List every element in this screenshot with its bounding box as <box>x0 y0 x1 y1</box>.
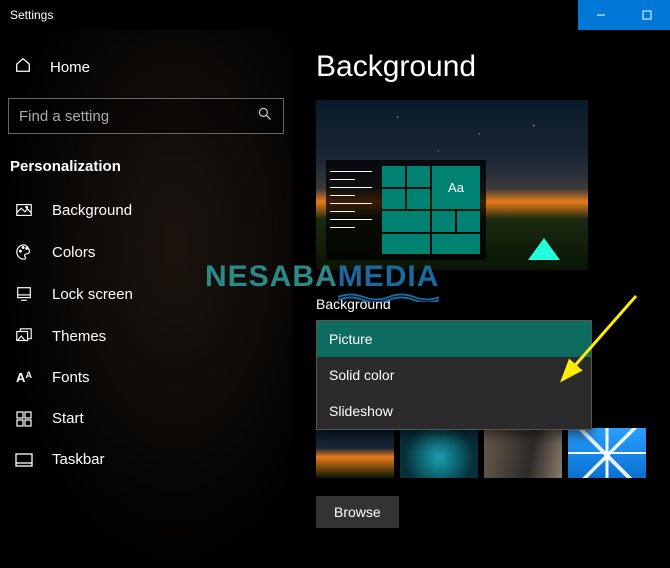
recent-image-thumb[interactable] <box>400 428 478 478</box>
recent-images-row <box>316 428 646 478</box>
maximize-button[interactable] <box>624 0 670 30</box>
sidebar: Home Personalization Background <box>0 30 292 568</box>
background-preview: Aa <box>316 100 588 270</box>
browse-button[interactable]: Browse <box>316 496 399 528</box>
sidebar-category-title: Personalization <box>8 154 284 189</box>
sidebar-item-start[interactable]: Start <box>8 398 284 439</box>
sidebar-home-label: Home <box>50 59 90 76</box>
sidebar-item-label: Lock screen <box>52 286 133 303</box>
search-input[interactable] <box>19 108 257 125</box>
recent-image-thumb[interactable] <box>568 428 646 478</box>
sidebar-item-label: Themes <box>52 328 106 345</box>
image-icon <box>14 201 34 219</box>
sidebar-item-label: Start <box>52 410 84 427</box>
search-input-container[interactable] <box>8 98 284 134</box>
sidebar-item-label: Background <box>52 202 132 219</box>
sidebar-item-label: Taskbar <box>52 451 105 468</box>
minimize-button[interactable] <box>578 0 624 30</box>
window-title: Settings <box>10 8 53 22</box>
sidebar-item-colors[interactable]: Colors <box>8 231 284 273</box>
sidebar-item-lockscreen[interactable]: Lock screen <box>8 273 284 315</box>
lockscreen-icon <box>14 285 34 303</box>
sidebar-item-themes[interactable]: Themes <box>8 315 284 357</box>
dropdown-option-slideshow[interactable]: Slideshow <box>317 393 591 429</box>
home-icon <box>14 56 32 78</box>
search-icon <box>257 106 273 127</box>
preview-overlay: Aa <box>326 160 486 260</box>
background-dropdown[interactable]: Picture Solid color Slideshow <box>316 320 592 430</box>
sidebar-item-label: Fonts <box>52 369 90 386</box>
sidebar-item-background[interactable]: Background <box>8 189 284 231</box>
sample-text-tile: Aa <box>432 166 480 209</box>
sidebar-item-fonts[interactable]: AA Fonts <box>8 357 284 398</box>
sidebar-home[interactable]: Home <box>8 48 284 94</box>
recent-image-thumb[interactable] <box>316 428 394 478</box>
sidebar-item-taskbar[interactable]: Taskbar <box>8 439 284 480</box>
dropdown-option-picture[interactable]: Picture <box>317 321 591 357</box>
start-icon <box>14 411 34 427</box>
dropdown-option-solid-color[interactable]: Solid color <box>317 357 591 393</box>
palette-icon <box>14 243 34 261</box>
themes-icon <box>14 327 34 345</box>
background-field-label: Background <box>316 296 646 312</box>
taskbar-icon <box>14 453 34 467</box>
fonts-icon: AA <box>14 370 34 385</box>
recent-image-thumb[interactable] <box>484 428 562 478</box>
page-title: Background <box>316 50 646 84</box>
main-panel: Background Aa Background <box>292 30 670 568</box>
sidebar-item-label: Colors <box>52 244 95 261</box>
